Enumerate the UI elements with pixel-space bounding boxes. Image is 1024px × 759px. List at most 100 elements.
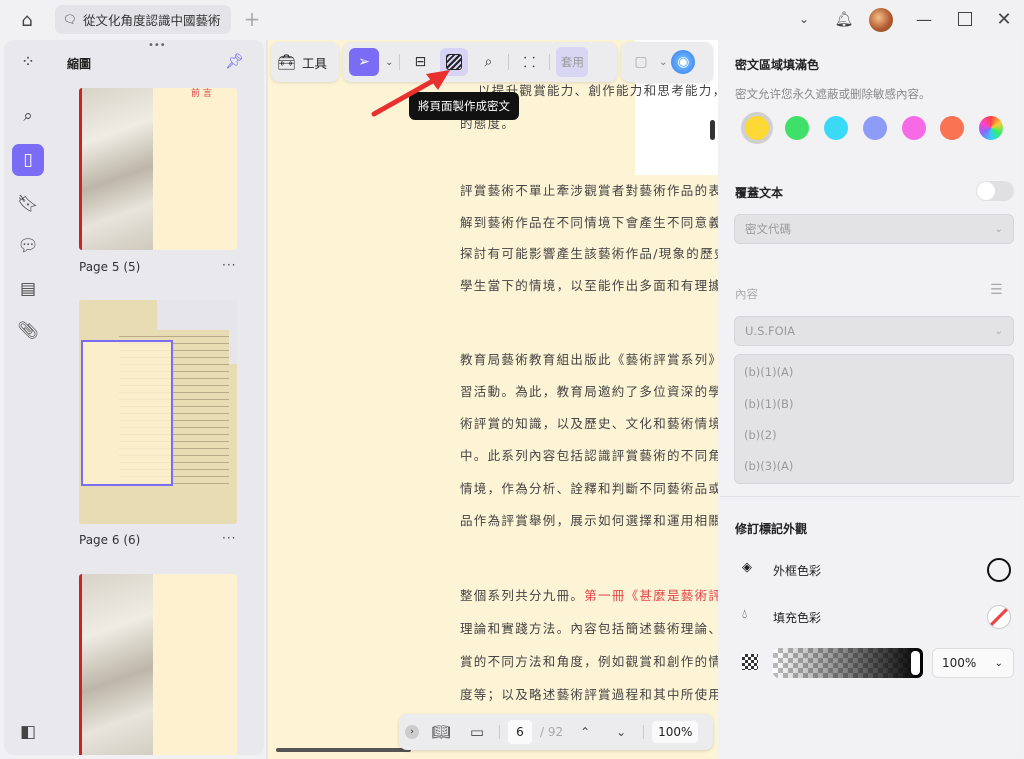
thumbnail-panel: ••• 縮圖 📌︎ 前 言 Page 5 (5) ··· Page 6 (6) … <box>52 40 264 755</box>
content-option[interactable]: (b)(1)(A) <box>734 356 1014 388</box>
more-icon[interactable]: ··· <box>222 531 236 545</box>
color-swatch-yellow[interactable] <box>745 116 769 140</box>
text-line: 中。此系列內容包括認識評賞藝術的不同角度 <box>460 448 718 463</box>
tools-button[interactable]: 🧰︎ 工具 <box>271 42 339 82</box>
text-line: 品作為評賞舉例，展示如何選擇和運用相關材 <box>460 513 718 528</box>
fill-color-description: 密文允许您永久遮蔽或删除敏感內容。 <box>735 87 931 101</box>
content-label: 內容 <box>735 287 758 301</box>
scrollbar-thumb[interactable] <box>710 120 715 140</box>
content-value: U.S.FOIA <box>745 324 795 338</box>
left-rail: ⁘ ⌕ ▯ 🔖︎ 💬︎ ▤ 📎︎ ◧ <box>4 40 52 755</box>
redaction-code-select[interactable]: 密文代碼 ⌄ <box>734 214 1014 244</box>
content-option[interactable]: (b)(1)(B) <box>734 388 1014 420</box>
search-icon[interactable]: ⌕ <box>12 100 44 132</box>
attachment-icon[interactable]: 📎︎ <box>12 315 44 347</box>
color-swatch-cyan[interactable] <box>824 116 848 140</box>
content-option[interactable]: (b)(2) <box>734 419 1014 451</box>
more-icon[interactable]: ··· <box>222 258 236 272</box>
content-option[interactable]: (b)(3)(A) <box>734 450 1014 482</box>
text-line: 整個系列共分九冊。 <box>460 588 585 603</box>
text-line: 情境，作為分析、詮釋和判斷不同藝術品或現 <box>460 481 718 496</box>
opacity-select[interactable]: 100% ⌄ <box>932 648 1014 678</box>
apply-button[interactable]: 套用 <box>556 47 589 77</box>
panel-title: 縮圖 <box>67 57 92 71</box>
presentation-icon[interactable]: ▭ <box>463 723 491 741</box>
text-line: 賞的不同方法和角度，例如觀賞和創作的情境 <box>460 654 718 669</box>
overlay-text-title: 覆蓋文本 <box>735 186 784 200</box>
close-icon[interactable]: ✕ <box>994 8 1014 30</box>
maximize-icon[interactable] <box>958 12 972 26</box>
home-icon[interactable]: ⌂ <box>14 8 40 32</box>
grid-icon[interactable]: ⁘ <box>12 46 44 78</box>
minimize-icon[interactable]: — <box>914 8 934 30</box>
bell-icon[interactable]: 🔔︎ <box>834 8 854 30</box>
opacity-icon <box>742 654 758 670</box>
highlighted-text: 第一冊《甚麼是藝術評賞 <box>584 588 718 603</box>
toolbox-icon: 🧰︎ <box>277 53 297 71</box>
fill-color-icon: 💧︎ <box>742 607 748 622</box>
expand-icon[interactable]: › <box>405 725 419 739</box>
ai-assistant-icon[interactable]: ◉ <box>671 50 696 74</box>
new-tab-icon[interactable]: + <box>242 7 262 31</box>
fill-color-title: 密文區域填滿色 <box>735 58 820 72</box>
pages-icon[interactable]: ▯ <box>12 144 44 176</box>
tools-label: 工具 <box>302 55 328 71</box>
comment-icon[interactable]: 💬︎ <box>12 230 44 262</box>
chevron-down-icon: ⌄ <box>994 657 1003 669</box>
opacity-slider[interactable] <box>773 648 923 678</box>
fill-color-label: 填充色彩 <box>773 611 822 625</box>
previous-page-icon[interactable]: ⌃ <box>571 725 599 739</box>
thumbnail-page-5[interactable]: 前 言 <box>79 88 237 250</box>
settings-sliders-icon[interactable]: ☰ <box>990 282 1003 298</box>
secondary-toolbar: ▢ ⌄ ◉ <box>621 42 713 82</box>
thumbnail-page-7[interactable] <box>79 574 237 755</box>
spray-icon[interactable]: ⸬ <box>515 48 543 76</box>
color-swatch-pink[interactable] <box>902 116 926 140</box>
thumb-heading: 前 言 <box>191 89 212 99</box>
text-line: 習活動。為此，教育局邀約了多位資深的學者 <box>460 384 718 399</box>
bookmark-icon[interactable]: 🔖︎ <box>12 188 44 220</box>
color-swatch-orange[interactable] <box>940 116 964 140</box>
document-tab[interactable]: 🗨 從文化角度認識中國藝術 <box>55 5 231 34</box>
comment-icon: 🗨 <box>63 13 77 26</box>
appearance-title: 修訂標記外觀 <box>735 522 808 536</box>
page-label: Page 5 (5) <box>79 260 141 274</box>
text-line: 術評賞的知識，以及歷史、文化和藝術情境等 <box>460 416 718 431</box>
chevron-down-icon[interactable]: ⌄ <box>795 9 813 29</box>
text-line: 探討有可能影響產生該藝術作品/現象的歷史情 <box>460 246 718 261</box>
page-label: Page 6 (6) <box>79 533 141 547</box>
code-placeholder: 密文代碼 <box>745 222 791 236</box>
content-select[interactable]: U.S.FOIA ⌄ <box>734 316 1014 346</box>
pin-icon[interactable]: 📌︎ <box>225 52 244 70</box>
save-icon[interactable]: ▢ <box>627 48 655 76</box>
tab-title: 從文化角度認識中國藝術 <box>82 13 221 28</box>
redaction-properties-panel: 密文區域填滿色 密文允许您永久遮蔽或删除敏感內容。 覆蓋文本 密文代碼 ⌄ 內容 … <box>720 40 1020 759</box>
layers-icon[interactable]: ◧ <box>12 716 44 748</box>
book-view-icon[interactable]: 📖︎ <box>427 723 455 741</box>
page-number-input[interactable]: 6 <box>508 720 532 744</box>
drag-handle[interactable]: ••• <box>148 40 166 51</box>
fill-color-swatch[interactable] <box>987 605 1011 629</box>
opacity-value: 100% <box>942 656 977 670</box>
document-view: 以提升觀賞能力、創作能力和思考能力， 的態度。 評賞藝術不單止牽涉觀賞者對藝術作… <box>266 40 718 759</box>
horizontal-scrollbar[interactable] <box>276 748 411 752</box>
thumbnail-page-6[interactable] <box>79 300 237 524</box>
avatar[interactable] <box>869 8 893 32</box>
text-line: 學生當下的情境，以至能作出多面和有理據的 <box>460 278 718 293</box>
text-line: 理論和實踐方法。內容包括簡述藝術理論、藝 <box>460 621 718 636</box>
next-page-icon[interactable]: ⌄ <box>607 725 635 739</box>
text-line: 教育局藝術教育組出版此《藝術評賞系列》的 <box>460 352 718 367</box>
form-icon[interactable]: ▤ <box>12 273 44 305</box>
overlay-text-toggle[interactable] <box>976 181 1014 201</box>
border-color-label: 外框色彩 <box>773 564 822 578</box>
search-redact-icon[interactable]: ⌕ <box>474 48 502 76</box>
color-picker-icon[interactable] <box>979 116 1003 140</box>
color-swatch-blue[interactable] <box>863 116 887 140</box>
zoom-level[interactable]: 100% <box>652 721 699 743</box>
chevron-down-icon[interactable]: ⌄ <box>659 57 667 68</box>
color-swatch-green[interactable] <box>785 116 809 140</box>
page-navigation-bar: › 📖︎ ▭ 6 / 92 ⌃ ⌄ 100% <box>399 714 713 750</box>
pdf-page: 以提升觀賞能力、創作能力和思考能力， 的態度。 評賞藝術不單止牽涉觀賞者對藝術作… <box>268 40 718 759</box>
chevron-down-icon: ⌄ <box>994 223 1003 235</box>
border-color-swatch[interactable] <box>987 558 1011 582</box>
